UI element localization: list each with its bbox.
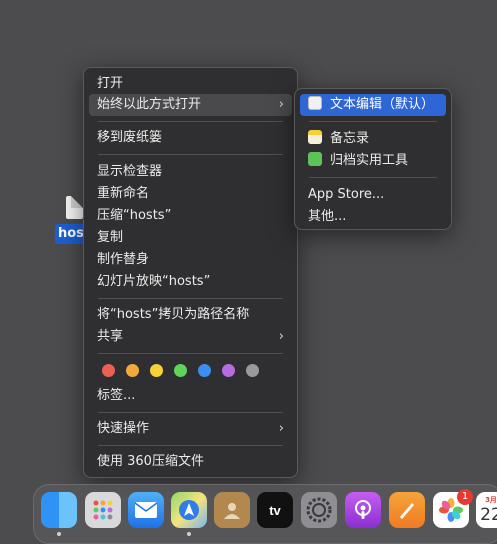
tag-gray[interactable] (246, 364, 259, 377)
pages-icon[interactable] (389, 492, 425, 528)
menu-item-open-with-label: 始终以此方式打开 (97, 97, 202, 112)
menu-item-make-alias[interactable]: 制作替身 (89, 249, 292, 271)
system-settings-icon[interactable] (301, 492, 337, 528)
chevron-right-icon: › (278, 97, 284, 112)
submenu-item-archive-utility-label: 归档实用工具 (330, 153, 409, 168)
calendar-day: 22 (480, 504, 497, 525)
podcast-icon (355, 500, 371, 519)
tag-orange[interactable] (126, 364, 139, 377)
menu-item-copy-path[interactable]: 将“hosts”拷贝为路径名称 (89, 304, 292, 326)
submenu-item-other[interactable]: 其他... (300, 206, 446, 228)
menu-item-tags[interactable]: 标签... (89, 385, 292, 407)
map-arrow-icon (179, 500, 199, 520)
submenu-item-notes[interactable]: 备忘录 (300, 128, 446, 150)
chevron-right-icon: › (278, 329, 284, 344)
launchpad-icon[interactable] (85, 492, 121, 528)
tag-green[interactable] (174, 364, 187, 377)
person-icon (224, 503, 240, 519)
menu-item-compress-360[interactable]: 使用 360压缩文件 (89, 451, 292, 473)
file-icon[interactable] (66, 196, 83, 219)
notification-badge: 1 (457, 489, 473, 505)
context-menu: 打开 始终以此方式打开 › 移到废纸篓 显示检查器 重新命名 压缩“hosts”… (83, 67, 298, 478)
notes-icon (308, 130, 322, 144)
mail-icon[interactable] (128, 492, 164, 528)
pen-icon (400, 503, 414, 519)
submenu-item-archive-utility[interactable]: 归档实用工具 (300, 150, 446, 172)
chevron-right-icon: › (278, 421, 284, 436)
maps-icon[interactable] (171, 492, 207, 528)
submenu-item-textedit[interactable]: 文本编辑（默认） (300, 94, 446, 116)
menu-item-rename[interactable]: 重新命名 (89, 183, 292, 205)
submenu-item-textedit-label: 文本编辑（默认） (330, 97, 435, 112)
menu-separator (98, 121, 283, 122)
apple-tv-icon[interactable]: tv (257, 492, 293, 528)
menu-separator (98, 353, 283, 354)
contacts-icon[interactable] (214, 492, 250, 528)
envelope-icon (134, 502, 158, 518)
tag-blue[interactable] (198, 364, 211, 377)
textedit-icon (308, 96, 322, 110)
finder-icon[interactable] (41, 492, 77, 528)
gear-icon (306, 497, 332, 523)
running-indicator (187, 532, 191, 536)
menu-item-duplicate[interactable]: 复制 (89, 227, 292, 249)
menu-separator (98, 298, 283, 299)
menu-item-slideshow[interactable]: 幻灯片放映“hosts” (89, 271, 292, 293)
menu-separator (98, 445, 283, 446)
menu-separator (98, 154, 283, 155)
calendar-icon[interactable]: 3月 22 (476, 492, 497, 528)
tag-purple[interactable] (222, 364, 235, 377)
menu-item-share-label: 共享 (97, 329, 124, 344)
menu-item-open[interactable]: 打开 (89, 73, 292, 95)
menu-separator (309, 121, 437, 122)
launchpad-grid-icon (93, 500, 113, 520)
menu-item-open-with[interactable]: 始终以此方式打开 › (89, 94, 292, 116)
menu-item-compress[interactable]: 压缩“hosts” (89, 205, 292, 227)
submenu-item-notes-label: 备忘录 (330, 131, 370, 146)
open-with-submenu: 文本编辑（默认） 备忘录 归档实用工具 App Store... 其他... (294, 88, 452, 230)
tag-yellow[interactable] (150, 364, 163, 377)
menu-item-show-inspector[interactable]: 显示检查器 (89, 161, 292, 183)
tag-red[interactable] (102, 364, 115, 377)
apple-tv-label: tv (269, 502, 281, 518)
menu-item-move-to-trash[interactable]: 移到废纸篓 (89, 127, 292, 149)
menu-separator (98, 412, 283, 413)
menu-separator (309, 177, 437, 178)
archive-utility-icon (308, 152, 322, 166)
menu-item-quick-actions[interactable]: 快速操作 › (89, 418, 292, 440)
menu-item-share[interactable]: 共享 › (89, 326, 292, 348)
running-indicator (57, 532, 61, 536)
podcasts-icon[interactable] (345, 492, 381, 528)
calendar-month: 3月 (485, 495, 497, 504)
submenu-item-app-store[interactable]: App Store... (300, 184, 446, 206)
menu-item-quick-actions-label: 快速操作 (97, 421, 150, 436)
